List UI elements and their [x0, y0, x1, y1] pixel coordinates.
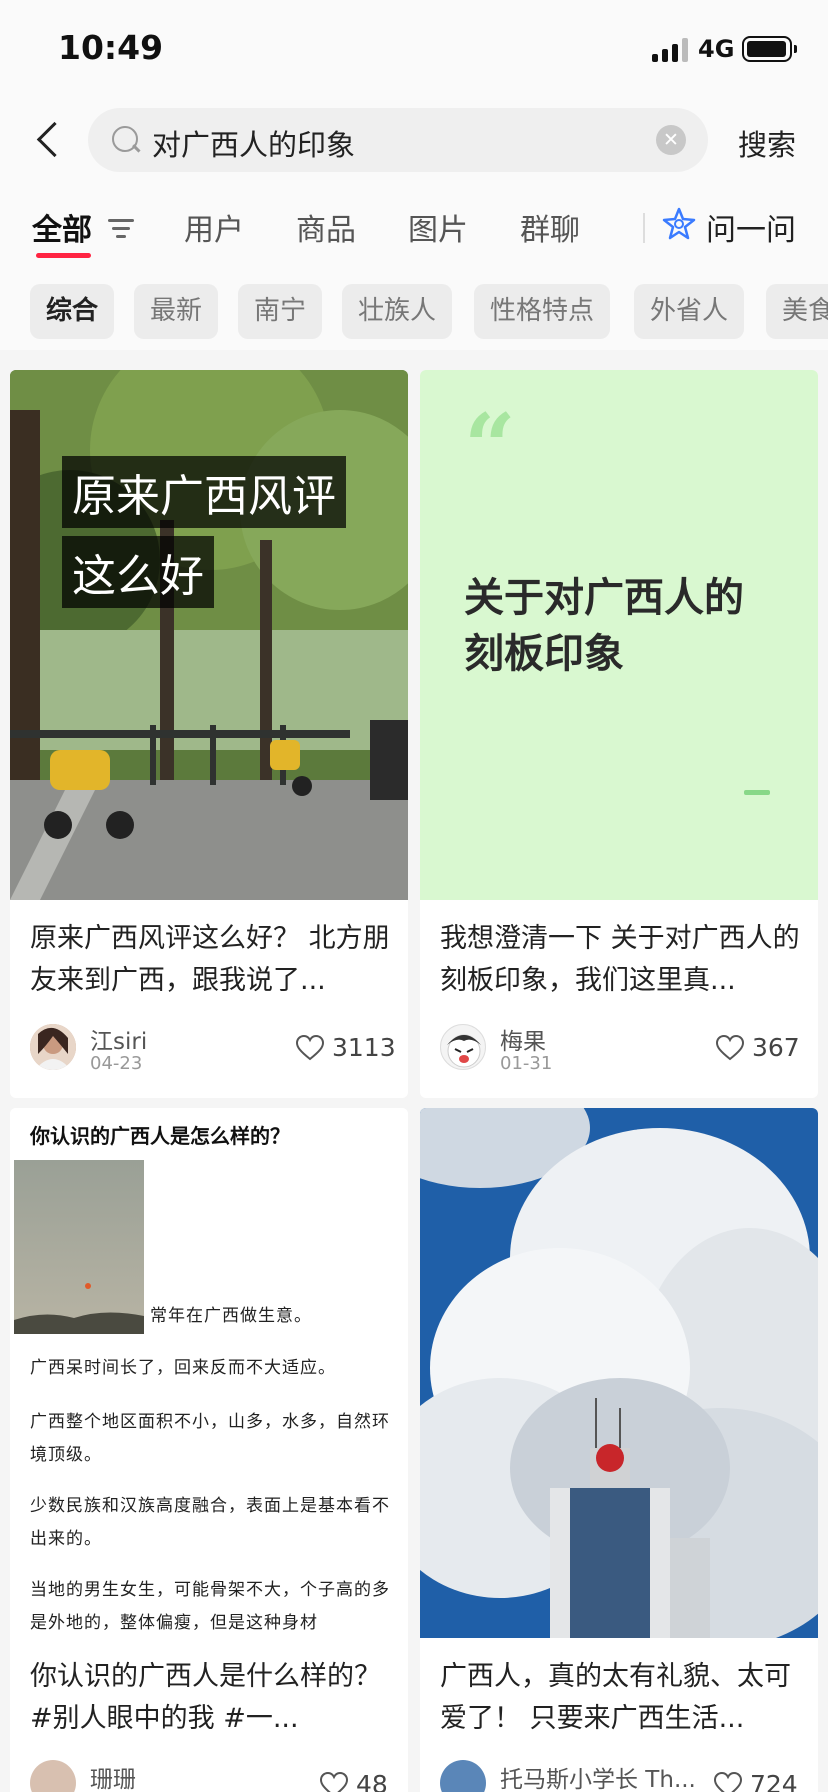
post-date: 04-23 — [90, 1053, 143, 1074]
note-title[interactable]: 原来广西风评这么好？ 北方朋友来到广西，跟我说了... — [30, 918, 392, 1004]
status-bar: 10:49 4G — [0, 0, 828, 100]
heart-icon[interactable] — [714, 1772, 742, 1792]
avatar[interactable] — [440, 1760, 486, 1792]
filter-icon[interactable] — [108, 219, 134, 239]
note-card[interactable]: “ 关于对广西人的 刻板印象 我想澄清一下 关于对广西人的刻板印象，我们这里真.… — [420, 370, 818, 1098]
avatar[interactable] — [30, 1024, 76, 1070]
article-paragraph: 广西呆时间长了，回来反而不大适应。 — [30, 1358, 336, 1378]
tab-divider — [643, 213, 645, 243]
tab-products[interactable]: 商品 — [296, 205, 356, 249]
like-count: 724 — [750, 1770, 798, 1792]
tab-users[interactable]: 用户 — [184, 205, 244, 249]
ai-star-icon[interactable] — [662, 207, 696, 241]
chip-comprehensive[interactable]: 综合 — [30, 284, 115, 339]
author-name[interactable]: 江siri — [90, 1022, 147, 1056]
heart-icon[interactable] — [716, 1035, 744, 1061]
note-card[interactable]: 你认识的广西人是怎么样的？ 常年在广西做生意。 广西呆时间长了，回来反而不大适应… — [10, 1108, 408, 1792]
note-card[interactable]: 原来广西风评 这么好 原来广西风评这么好？ 北方朋友来到广西，跟我说了... 江… — [10, 370, 408, 1098]
chip-nanning[interactable]: 南宁 — [238, 284, 323, 339]
quote-mark-icon: “ — [464, 394, 516, 500]
clear-icon[interactable]: ✕ — [656, 125, 686, 155]
decorative-dash — [744, 790, 770, 795]
note-card[interactable]: 广西人，真的太有礼貌、太可爱了！ 只要来广西生活... 托马斯小学长 Th...… — [420, 1108, 818, 1792]
like-count: 48 — [356, 1770, 388, 1792]
chip-food[interactable]: 美食 — [766, 284, 828, 339]
like-count: 3113 — [332, 1033, 396, 1062]
article-paragraph: 广西整个地区面积不小，山多，水多，自然环境顶级。 — [30, 1412, 390, 1465]
post-date: 01-31 — [500, 1053, 553, 1074]
avatar[interactable] — [440, 1024, 486, 1070]
tab-images[interactable]: 图片 — [408, 205, 468, 249]
result-tabs: 全部 用户 商品 图片 群聊 问一问 — [0, 205, 828, 258]
search-button[interactable]: 搜索 — [738, 122, 796, 164]
search-input[interactable]: 对广西人的印象 ✕ — [88, 108, 708, 172]
filter-chips: 综合 最新 南宁 壮族人 性格特点 外省人 美食 — [0, 284, 828, 340]
article-paragraph: 常年在广西做生意。 — [150, 1306, 312, 1326]
note-title[interactable]: 广西人，真的太有礼貌、太可爱了！ 只要来广西生活... — [440, 1656, 802, 1742]
avatar[interactable] — [30, 1760, 76, 1792]
network-type: 4G — [698, 35, 735, 63]
note-cover-image — [420, 1108, 818, 1638]
note-cover-image — [10, 370, 408, 900]
search-icon — [110, 124, 142, 156]
note-cover-image: “ 关于对广西人的 刻板印象 — [420, 370, 818, 900]
active-tab-indicator — [36, 253, 91, 258]
tab-all[interactable]: 全部 — [32, 205, 92, 249]
note-title[interactable]: 我想澄清一下 关于对广西人的刻板印象，我们这里真... — [440, 918, 802, 1004]
note-cover-image: 你认识的广西人是怎么样的？ 常年在广西做生意。 广西呆时间长了，回来反而不大适应… — [10, 1108, 408, 1638]
cover-text: 刻板印象 — [464, 631, 624, 677]
author-name[interactable]: 托马斯小学长 Th... — [500, 1760, 696, 1792]
chip-zhuang[interactable]: 壮族人 — [342, 284, 453, 339]
heart-icon[interactable] — [320, 1772, 348, 1792]
article-heading: 你认识的广西人是怎么样的？ — [30, 1124, 290, 1148]
heart-icon[interactable] — [296, 1035, 324, 1061]
cover-caption: 原来广西风评 — [62, 456, 346, 528]
author-name[interactable]: 梅果 — [500, 1022, 546, 1056]
chip-latest[interactable]: 最新 — [134, 284, 219, 339]
battery-icon — [742, 36, 797, 62]
tab-group-chats[interactable]: 群聊 — [520, 205, 580, 249]
note-title[interactable]: 你认识的广西人是什么样的？ #别人眼中的我 #一... — [30, 1656, 392, 1742]
status-time: 10:49 — [58, 28, 164, 67]
article-photo — [14, 1160, 144, 1334]
cover-text: 关于对广西人的 — [464, 575, 744, 621]
chip-personality[interactable]: 性格特点 — [474, 284, 611, 339]
cellular-signal-icon — [652, 38, 690, 62]
chip-outsiders[interactable]: 外省人 — [634, 284, 745, 339]
search-query[interactable]: 对广西人的印象 — [152, 122, 355, 164]
like-count: 367 — [752, 1033, 800, 1062]
article-paragraph: 当地的男生女生，可能骨架不大，个子高的多是外地的，整体偏瘦，但是这种身材 — [30, 1580, 390, 1633]
author-name[interactable]: 珊珊 — [90, 1760, 136, 1792]
back-button[interactable] — [30, 115, 66, 165]
ask-label[interactable]: 问一问 — [706, 205, 796, 249]
cover-caption: 这么好 — [62, 536, 214, 608]
article-paragraph: 少数民族和汉族高度融合，表面上是基本看不出来的。 — [30, 1496, 390, 1549]
